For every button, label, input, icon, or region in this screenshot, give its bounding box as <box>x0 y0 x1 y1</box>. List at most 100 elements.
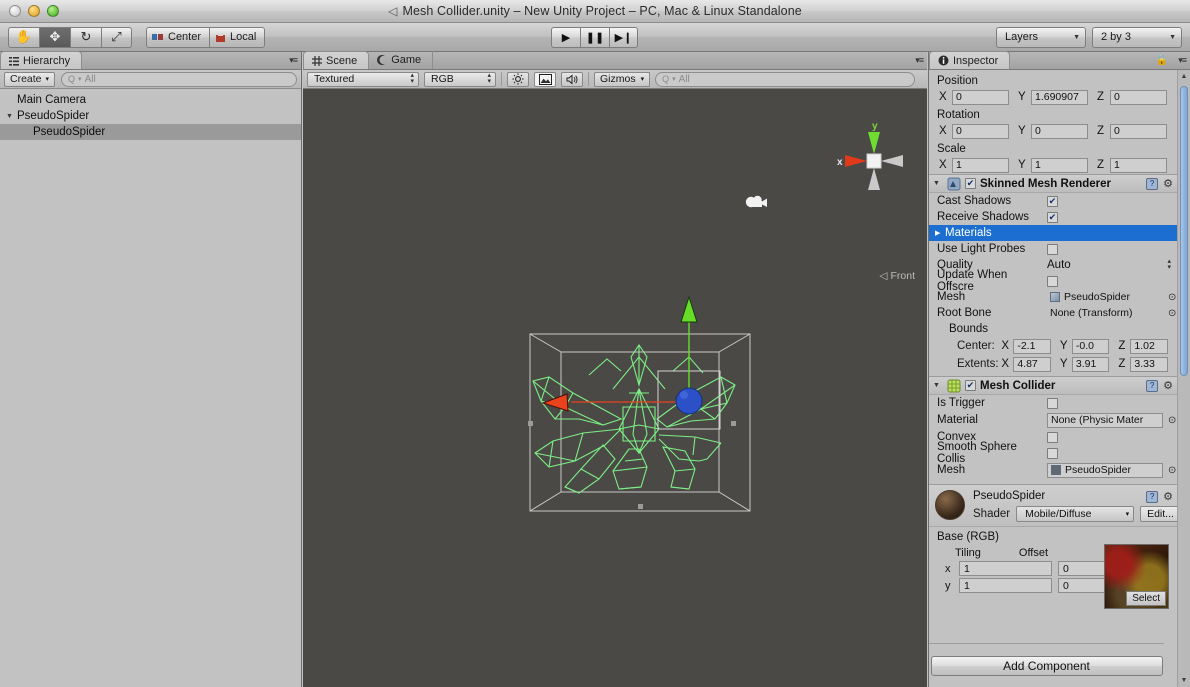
rotate-tool-button[interactable]: ↻ <box>70 26 101 48</box>
tab-inspector[interactable]: Inspector <box>929 51 1011 69</box>
bounds-center-x[interactable]: -2.1 <box>1013 338 1051 354</box>
scale-x-input[interactable]: 1 <box>952 157 1009 173</box>
axis-x-label: X <box>939 159 947 171</box>
tab-hierarchy[interactable]: Hierarchy <box>0 51 83 69</box>
smr-mesh-label: Mesh <box>937 291 966 303</box>
physic-material-object-field[interactable]: None (Physic Mater <box>1047 412 1163 428</box>
scene-viewport[interactable]: y x ◁ Front <box>303 89 927 686</box>
scene-audio-toggle[interactable] <box>561 71 583 87</box>
hierarchy-menu-icon[interactable]: ▾≡ <box>289 55 298 66</box>
tab-scene[interactable]: Scene <box>303 51 370 69</box>
pause-button[interactable]: ❚❚ <box>580 26 609 48</box>
edit-shader-button[interactable]: Edit... <box>1140 506 1177 522</box>
add-component-button[interactable]: Add Component <box>930 655 1163 676</box>
scrollbar-thumb[interactable] <box>1180 86 1188 376</box>
cast-shadows-checkbox[interactable]: ✔ <box>1047 195 1058 207</box>
skinned-mesh-renderer-enabled-checkbox[interactable]: ✔ <box>965 178 976 189</box>
tiling-x-input[interactable]: 1 <box>959 561 1052 576</box>
step-button[interactable]: ▶❙ <box>609 26 638 48</box>
shader-dropdown[interactable]: Mobile/Diffuse ▾ <box>1016 506 1135 522</box>
physic-material-row: Material None (Physic Mater ⊙ <box>929 411 1177 429</box>
disclosure-triangle-icon[interactable]: ▼ <box>6 113 17 120</box>
texture-preview-thumbnail[interactable]: Select <box>1104 544 1169 609</box>
transform-tools-group[interactable]: ✋ ✥ ↻ ⤢ <box>8 26 132 48</box>
foldout-icon[interactable]: ▶ <box>935 229 945 237</box>
help-icon[interactable]: ? <box>1146 490 1159 503</box>
scene-search-input[interactable]: Q ▾ All <box>655 71 916 87</box>
scene-lighting-toggle[interactable] <box>507 71 529 87</box>
tiling-y-input[interactable]: 1 <box>959 578 1052 593</box>
hierarchy-item-pseudospider-root[interactable]: ▼ PseudoSpider <box>0 108 301 124</box>
move-tool-button[interactable]: ✥ <box>39 26 70 48</box>
rotation-x-input[interactable]: 0 <box>952 123 1009 139</box>
receive-shadows-checkbox[interactable]: ✔ <box>1047 211 1058 223</box>
pivot-mode-group[interactable]: Center Local <box>146 26 266 48</box>
lock-icon[interactable]: 🔒 <box>1156 55 1168 66</box>
smr-mesh-object-field[interactable]: PseudoSpider <box>1047 290 1163 305</box>
root-bone-object-field[interactable]: None (Transform) <box>1047 306 1163 321</box>
scene-view-orientation[interactable]: ◁ Front <box>879 270 915 282</box>
scroll-down-arrow[interactable]: ▼ <box>1178 674 1190 687</box>
bounds-extents-y[interactable]: 3.91 <box>1071 356 1110 372</box>
scene-fx-toggle[interactable] <box>534 71 556 87</box>
layers-dropdown[interactable]: Layers ▼ <box>996 26 1086 48</box>
help-icon[interactable]: ? <box>1146 379 1159 392</box>
create-button[interactable]: Create ▾ <box>4 71 56 87</box>
update-when-offscreen-checkbox[interactable] <box>1047 275 1058 287</box>
is-trigger-checkbox[interactable] <box>1047 397 1058 409</box>
quality-value[interactable]: Auto <box>1047 259 1071 271</box>
use-light-probes-checkbox[interactable] <box>1047 243 1058 255</box>
bounds-center-y[interactable]: -0.0 <box>1071 338 1110 354</box>
convex-checkbox[interactable] <box>1047 431 1058 443</box>
mesh-collider-header[interactable]: ▼ ✔ Mesh Collider ? ⚙ <box>929 376 1177 395</box>
scene-menu-icon[interactable]: ▾≡ <box>915 55 924 66</box>
inspector-scrollbar[interactable]: ▲ ▼ <box>1177 70 1190 687</box>
position-x-input[interactable]: 0 <box>952 89 1009 105</box>
updown-arrows-icon[interactable]: ▴ ▾ <box>1167 258 1171 271</box>
smooth-sphere-collisions-checkbox[interactable] <box>1047 447 1058 459</box>
gizmos-dropdown[interactable]: Gizmos ▾ <box>594 71 651 87</box>
pivot-center-button[interactable]: Center <box>146 26 210 48</box>
collider-mesh-object-field[interactable]: PseudoSpider <box>1047 462 1163 478</box>
mesh-collider-enabled-checkbox[interactable]: ✔ <box>965 380 976 391</box>
is-trigger-row: Is Trigger <box>929 395 1177 411</box>
inspector-menu-icon[interactable]: ▾≡ <box>1178 55 1187 66</box>
position-y-input[interactable]: 1.690907 <box>1031 89 1088 105</box>
layout-dropdown[interactable]: 2 by 3 ▼ <box>1092 26 1182 48</box>
hierarchy-search-input[interactable]: Q ▾ All <box>61 71 297 87</box>
bounds-extents-z[interactable]: 3.33 <box>1130 356 1168 372</box>
rotation-y-input[interactable]: 0 <box>1031 123 1088 139</box>
scale-z-input[interactable]: 1 <box>1110 157 1167 173</box>
texture-select-button[interactable]: Select <box>1126 591 1166 606</box>
gear-icon[interactable]: ⚙ <box>1163 379 1173 392</box>
gear-icon[interactable]: ⚙ <box>1163 177 1173 190</box>
scroll-up-arrow[interactable]: ▲ <box>1178 70 1190 83</box>
object-picker-icon[interactable]: ⊙ <box>1168 292 1176 303</box>
position-z-input[interactable]: 0 <box>1110 89 1167 105</box>
help-icon[interactable]: ? <box>1146 177 1159 190</box>
scene-axis-gizmo[interactable]: y x <box>835 116 915 216</box>
hand-tool-button[interactable]: ✋ <box>8 26 39 48</box>
hierarchy-item-main-camera[interactable]: Main Camera <box>0 92 301 108</box>
foldout-icon[interactable]: ▼ <box>933 382 943 389</box>
tab-game[interactable]: Game <box>369 51 434 69</box>
play-button[interactable]: ▶ <box>551 26 580 48</box>
foldout-icon[interactable]: ▼ <box>933 180 943 187</box>
materials-row[interactable]: ▶ Materials <box>929 225 1177 241</box>
object-picker-icon[interactable]: ⊙ <box>1168 308 1176 319</box>
object-picker-icon[interactable]: ⊙ <box>1168 415 1176 426</box>
gear-icon[interactable]: ⚙ <box>1163 490 1173 503</box>
handle-local-button[interactable]: Local <box>209 26 266 48</box>
hierarchy-item-pseudospider-child[interactable]: PseudoSpider <box>0 124 301 140</box>
draw-mode-dropdown[interactable]: Textured ▴ ▾ <box>307 71 419 87</box>
skinned-mesh-renderer-header[interactable]: ▼ ✔ Skinned Mesh Renderer ? ⚙ <box>929 174 1177 193</box>
color-mode-dropdown[interactable]: RGB ▴ ▾ <box>424 71 496 87</box>
scale-tool-button[interactable]: ⤢ <box>101 26 132 48</box>
object-picker-icon[interactable]: ⊙ <box>1168 465 1176 476</box>
scale-y-input[interactable]: 1 <box>1031 157 1088 173</box>
bounds-extents-x[interactable]: 4.87 <box>1013 356 1051 372</box>
rotation-z-input[interactable]: 0 <box>1110 123 1167 139</box>
rotation-label: Rotation <box>937 109 980 121</box>
playback-controls[interactable]: ▶ ❚❚ ▶❙ <box>551 26 638 48</box>
bounds-center-z[interactable]: 1.02 <box>1130 338 1168 354</box>
